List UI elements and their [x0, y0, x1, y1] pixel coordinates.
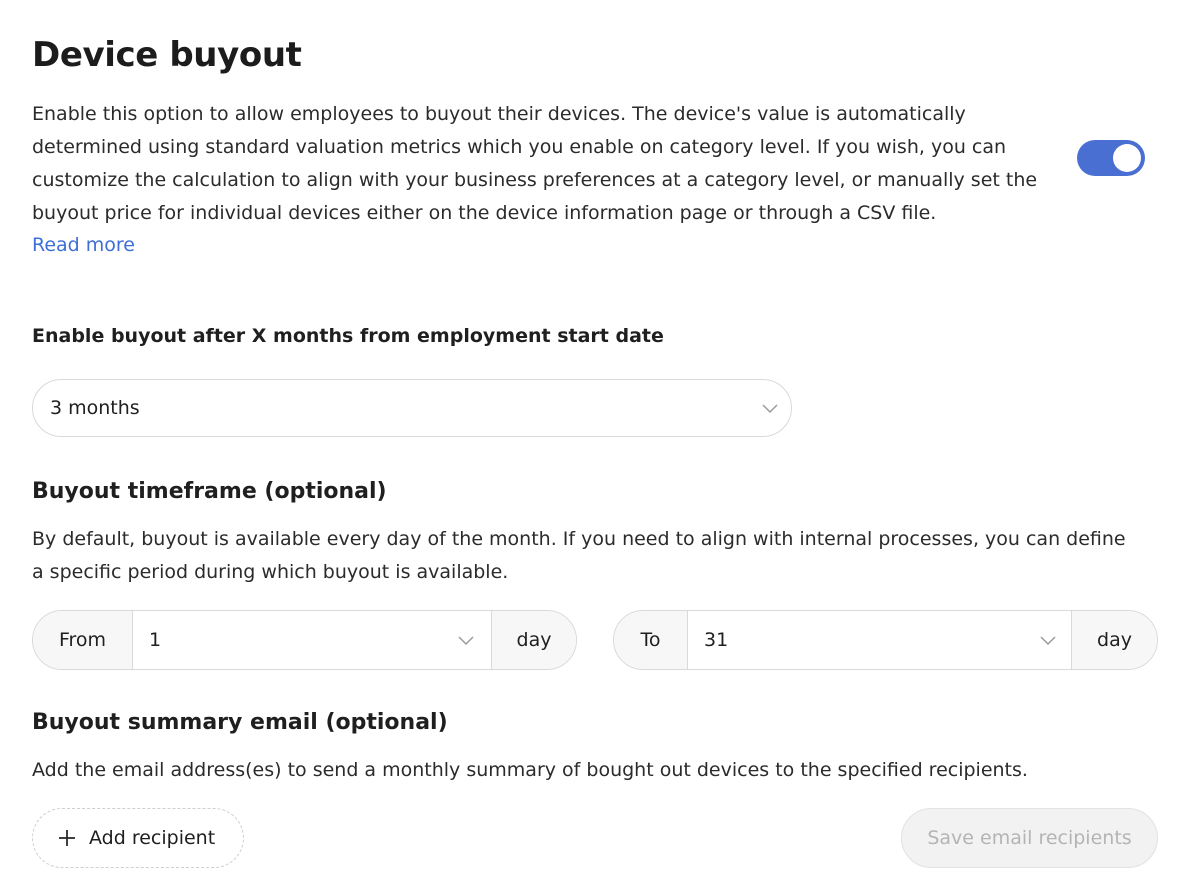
employment-months-label: Enable buyout after X months from employ…: [32, 325, 664, 347]
timeframe-description: By default, buyout is available every da…: [32, 528, 1126, 583]
plus-icon: [59, 830, 75, 846]
page-title: Device buyout: [32, 35, 302, 75]
toggle-knob: [1113, 144, 1141, 172]
from-suffix: day: [491, 611, 576, 669]
add-recipient-button[interactable]: Add recipient: [32, 808, 244, 868]
buyout-enable-toggle[interactable]: [1077, 140, 1145, 176]
summary-email-description: Add the email address(es) to send a mont…: [32, 759, 1028, 781]
from-day-value: 1: [149, 629, 162, 651]
to-day-group: To 31 day: [613, 610, 1158, 670]
chevron-down-icon: [1040, 636, 1056, 646]
employment-months-select[interactable]: 3 months: [32, 379, 792, 437]
to-suffix: day: [1071, 611, 1157, 669]
save-email-recipients-button[interactable]: Save email recipients: [901, 808, 1158, 868]
summary-email-title: Buyout summary email (optional): [32, 710, 448, 735]
to-day-value: 31: [704, 629, 729, 651]
read-more-link[interactable]: Read more: [32, 229, 135, 262]
chevron-down-icon: [458, 636, 474, 646]
buyout-description: Enable this option to allow employees to…: [32, 103, 1038, 224]
employment-months-value: 3 months: [50, 397, 140, 419]
from-day-select[interactable]: 1: [133, 611, 493, 669]
from-prefix: From: [33, 611, 133, 669]
add-recipient-label: Add recipient: [89, 827, 216, 849]
to-prefix: To: [614, 611, 688, 669]
to-day-select[interactable]: 31: [688, 611, 1073, 669]
timeframe-title: Buyout timeframe (optional): [32, 479, 387, 504]
device-buyout-settings: Device buyout Enable this option to allo…: [32, 0, 1158, 896]
chevron-down-icon: [762, 404, 778, 414]
from-day-group: From 1 day: [32, 610, 577, 670]
